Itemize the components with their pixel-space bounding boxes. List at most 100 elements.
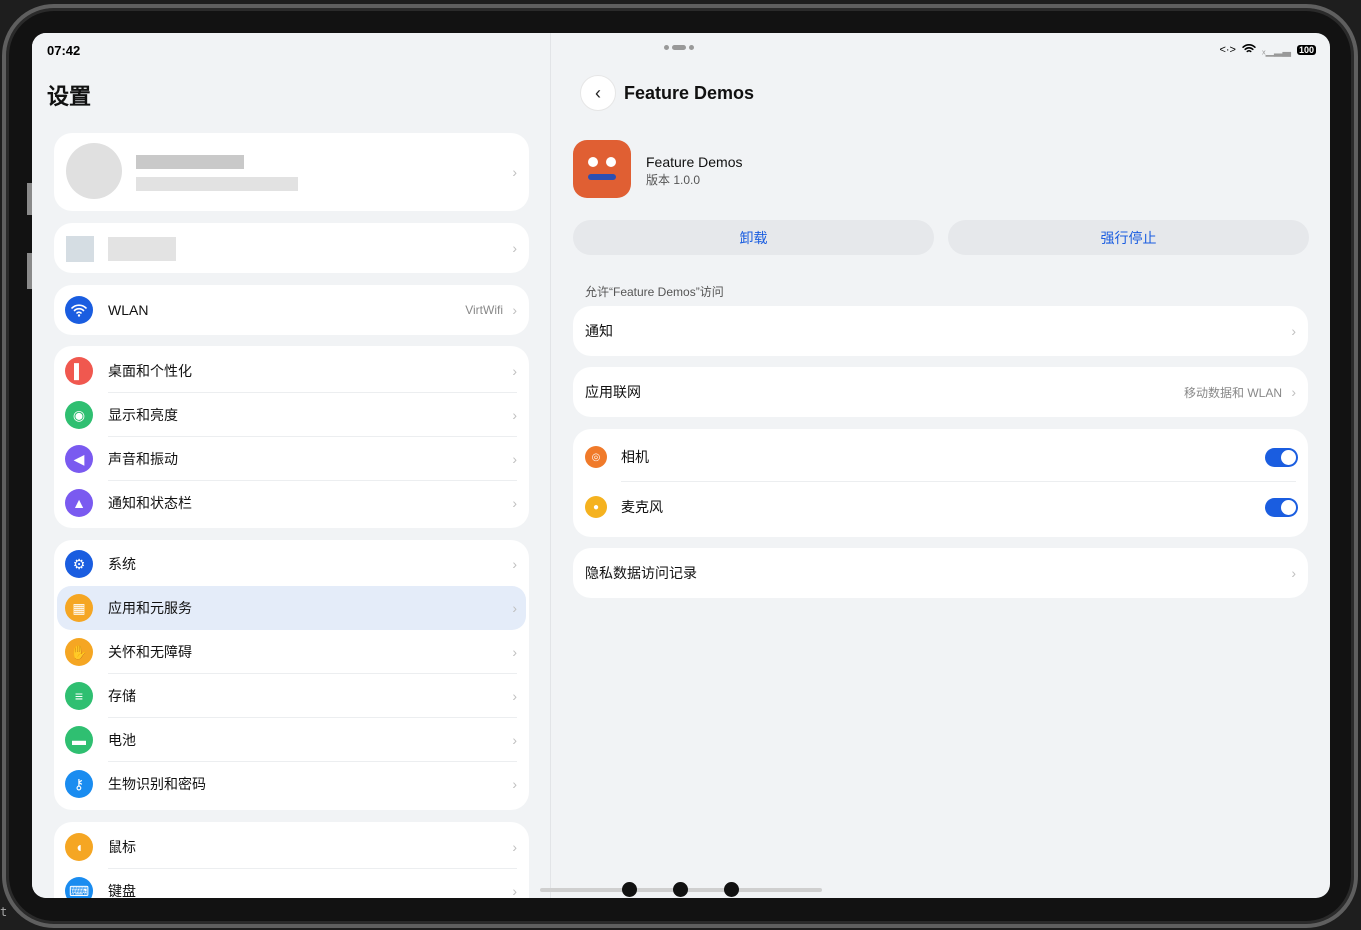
- app-detail-pane: <·> ₓ▁▂▃ 100 ‹ Feature Demos Feature Dem…: [552, 33, 1330, 898]
- settings-item-accessibility[interactable]: ✋ 关怀和无障碍 ›: [54, 630, 529, 674]
- battery-icon: ▬: [65, 726, 93, 754]
- back-button[interactable]: ‹: [580, 75, 616, 111]
- signal-icon: ₓ▁▂▃: [1261, 44, 1291, 57]
- chevron-right-icon: ›: [512, 495, 517, 511]
- settings-group-1: ▌ 桌面和个性化 › ◉ 显示和亮度 › ◀ 声音和振动 › ▲ 通知和状态栏: [54, 346, 529, 528]
- tablet-screen: 07:42 设置 › › WLAN VirtWifi › ▌ 桌面和个性化 › …: [32, 33, 1330, 898]
- wlan-value: VirtWifi: [465, 303, 503, 317]
- settings-item-label: 通知和状态栏: [108, 495, 192, 511]
- page-title: Feature Demos: [624, 83, 755, 103]
- permissions-card: ◎ 相机 ● 麦克风: [573, 429, 1308, 537]
- settings-item-battery[interactable]: ▬ 电池 ›: [54, 718, 529, 762]
- settings-item-keyboard[interactable]: ⌨ 键盘 ›: [54, 869, 529, 898]
- settings-item-label: 电池: [108, 732, 136, 748]
- network-label: 应用联网: [585, 384, 641, 400]
- settings-item-label: 键盘: [108, 883, 136, 898]
- privacy-log-card: 隐私数据访问记录 ›: [573, 548, 1308, 598]
- settings-item-label: 声音和振动: [108, 451, 178, 467]
- gear-icon: ⚙: [65, 550, 93, 578]
- settings-item-notifications[interactable]: ▲ 通知和状态栏 ›: [54, 481, 529, 525]
- eye-icon: ◉: [65, 401, 93, 429]
- settings-item-system[interactable]: ⚙ 系统 ›: [54, 542, 529, 586]
- settings-item-label: 鼠标: [108, 839, 136, 855]
- settings-item-apps[interactable]: ▦ 应用和元服务 ›: [57, 586, 526, 630]
- cloud-icon-blurred: [66, 236, 94, 262]
- wifi-status-icon: [1242, 43, 1256, 57]
- bell-icon: ▲: [65, 489, 93, 517]
- status-icons: <·> ₓ▁▂▃ 100: [1219, 43, 1316, 57]
- mouse-icon: ◖: [65, 833, 93, 861]
- cloud-label-blurred: [108, 237, 176, 261]
- settings-pane: 07:42 设置 › › WLAN VirtWifi › ▌ 桌面和个性化 › …: [32, 33, 551, 898]
- settings-group-3: ◖ 鼠标 › ⌨ 键盘 ›: [54, 822, 529, 898]
- chevron-right-icon: ›: [512, 164, 517, 180]
- chevron-right-icon: ›: [512, 363, 517, 379]
- chevron-right-icon: ›: [512, 407, 517, 423]
- chevron-right-icon: ›: [1291, 565, 1296, 581]
- camera-toggle[interactable]: [1265, 447, 1298, 467]
- network-value: 移动数据和 WLAN: [1183, 385, 1282, 400]
- settings-item-label: 应用和元服务: [108, 600, 192, 616]
- apps-icon: ▦: [65, 594, 93, 622]
- notification-card: 通知 ›: [573, 306, 1308, 356]
- touch-dot: [673, 882, 688, 897]
- settings-item-biometrics[interactable]: ⚷ 生物识别和密码 ›: [54, 762, 529, 806]
- wlan-card[interactable]: WLAN VirtWifi ›: [54, 285, 529, 335]
- microphone-icon: ●: [585, 496, 607, 518]
- multiwindow-handle[interactable]: [664, 45, 694, 50]
- microphone-label: 麦克风: [621, 499, 663, 515]
- chevron-right-icon: ›: [512, 776, 517, 792]
- account-card[interactable]: ›: [54, 133, 529, 211]
- camera-label: 相机: [621, 449, 649, 465]
- settings-title: 设置: [47, 84, 92, 109]
- status-time: 07:42: [47, 43, 81, 58]
- network-card: 应用联网 移动数据和 WLAN ›: [573, 367, 1308, 417]
- touch-dot: [724, 882, 739, 897]
- avatar: [66, 143, 122, 199]
- network-arrows-icon: <·>: [1219, 44, 1236, 56]
- settings-item-label: 生物识别和密码: [108, 776, 206, 792]
- terminal-fragment: t: [0, 905, 8, 919]
- settings-item-display[interactable]: ◉ 显示和亮度 ›: [54, 393, 529, 437]
- settings-item-sound[interactable]: ◀ 声音和振动 ›: [54, 437, 529, 481]
- paintbrush-icon: ▌: [65, 357, 93, 385]
- privacy-log-label: 隐私数据访问记录: [585, 565, 697, 581]
- wlan-label: WLAN: [108, 302, 149, 318]
- chevron-right-icon: ›: [512, 600, 517, 616]
- chevron-right-icon: ›: [512, 644, 517, 660]
- cloud-card[interactable]: ›: [54, 223, 529, 273]
- settings-item-label: 关怀和无障碍: [108, 644, 192, 660]
- network-item[interactable]: 应用联网 移动数据和 WLAN ›: [573, 367, 1308, 417]
- chevron-right-icon: ›: [512, 732, 517, 748]
- settings-item-desktop[interactable]: ▌ 桌面和个性化 ›: [54, 349, 529, 393]
- settings-item-storage[interactable]: ≡ 存储 ›: [54, 674, 529, 718]
- battery-status: 100: [1296, 45, 1316, 55]
- chevron-right-icon: ›: [512, 688, 517, 704]
- chevron-left-icon: ‹: [595, 82, 601, 103]
- key-icon: ⚷: [65, 770, 93, 798]
- microphone-toggle[interactable]: [1265, 497, 1298, 517]
- storage-icon: ≡: [65, 682, 93, 710]
- hand-icon: ✋: [65, 638, 93, 666]
- chevron-right-icon: ›: [512, 451, 517, 467]
- keyboard-icon: ⌨: [65, 877, 93, 898]
- notification-label: 通知: [585, 323, 613, 339]
- chevron-right-icon: ›: [1291, 384, 1296, 400]
- force-stop-button[interactable]: 强行停止: [948, 220, 1309, 255]
- chevron-right-icon: ›: [512, 302, 517, 318]
- account-name-blurred: [136, 155, 244, 169]
- app-name: Feature Demos: [646, 154, 743, 170]
- permissions-section-label: 允许“Feature Demos”访问: [585, 285, 724, 299]
- chevron-right-icon: ›: [512, 240, 517, 256]
- chevron-right-icon: ›: [1291, 323, 1296, 339]
- notification-item[interactable]: 通知 ›: [573, 306, 1308, 356]
- account-detail-blurred: [136, 177, 298, 191]
- privacy-log-item[interactable]: 隐私数据访问记录 ›: [573, 548, 1308, 598]
- settings-item-mouse[interactable]: ◖ 鼠标 ›: [54, 825, 529, 869]
- uninstall-button[interactable]: 卸载: [573, 220, 934, 255]
- settings-item-label: 显示和亮度: [108, 407, 178, 423]
- touch-dot: [622, 882, 637, 897]
- chevron-right-icon: ›: [512, 839, 517, 855]
- chevron-right-icon: ›: [512, 556, 517, 572]
- settings-group-2: ⚙ 系统 › ▦ 应用和元服务 › ✋ 关怀和无障碍 › ≡ 存储 › ▬ 电池…: [54, 540, 529, 810]
